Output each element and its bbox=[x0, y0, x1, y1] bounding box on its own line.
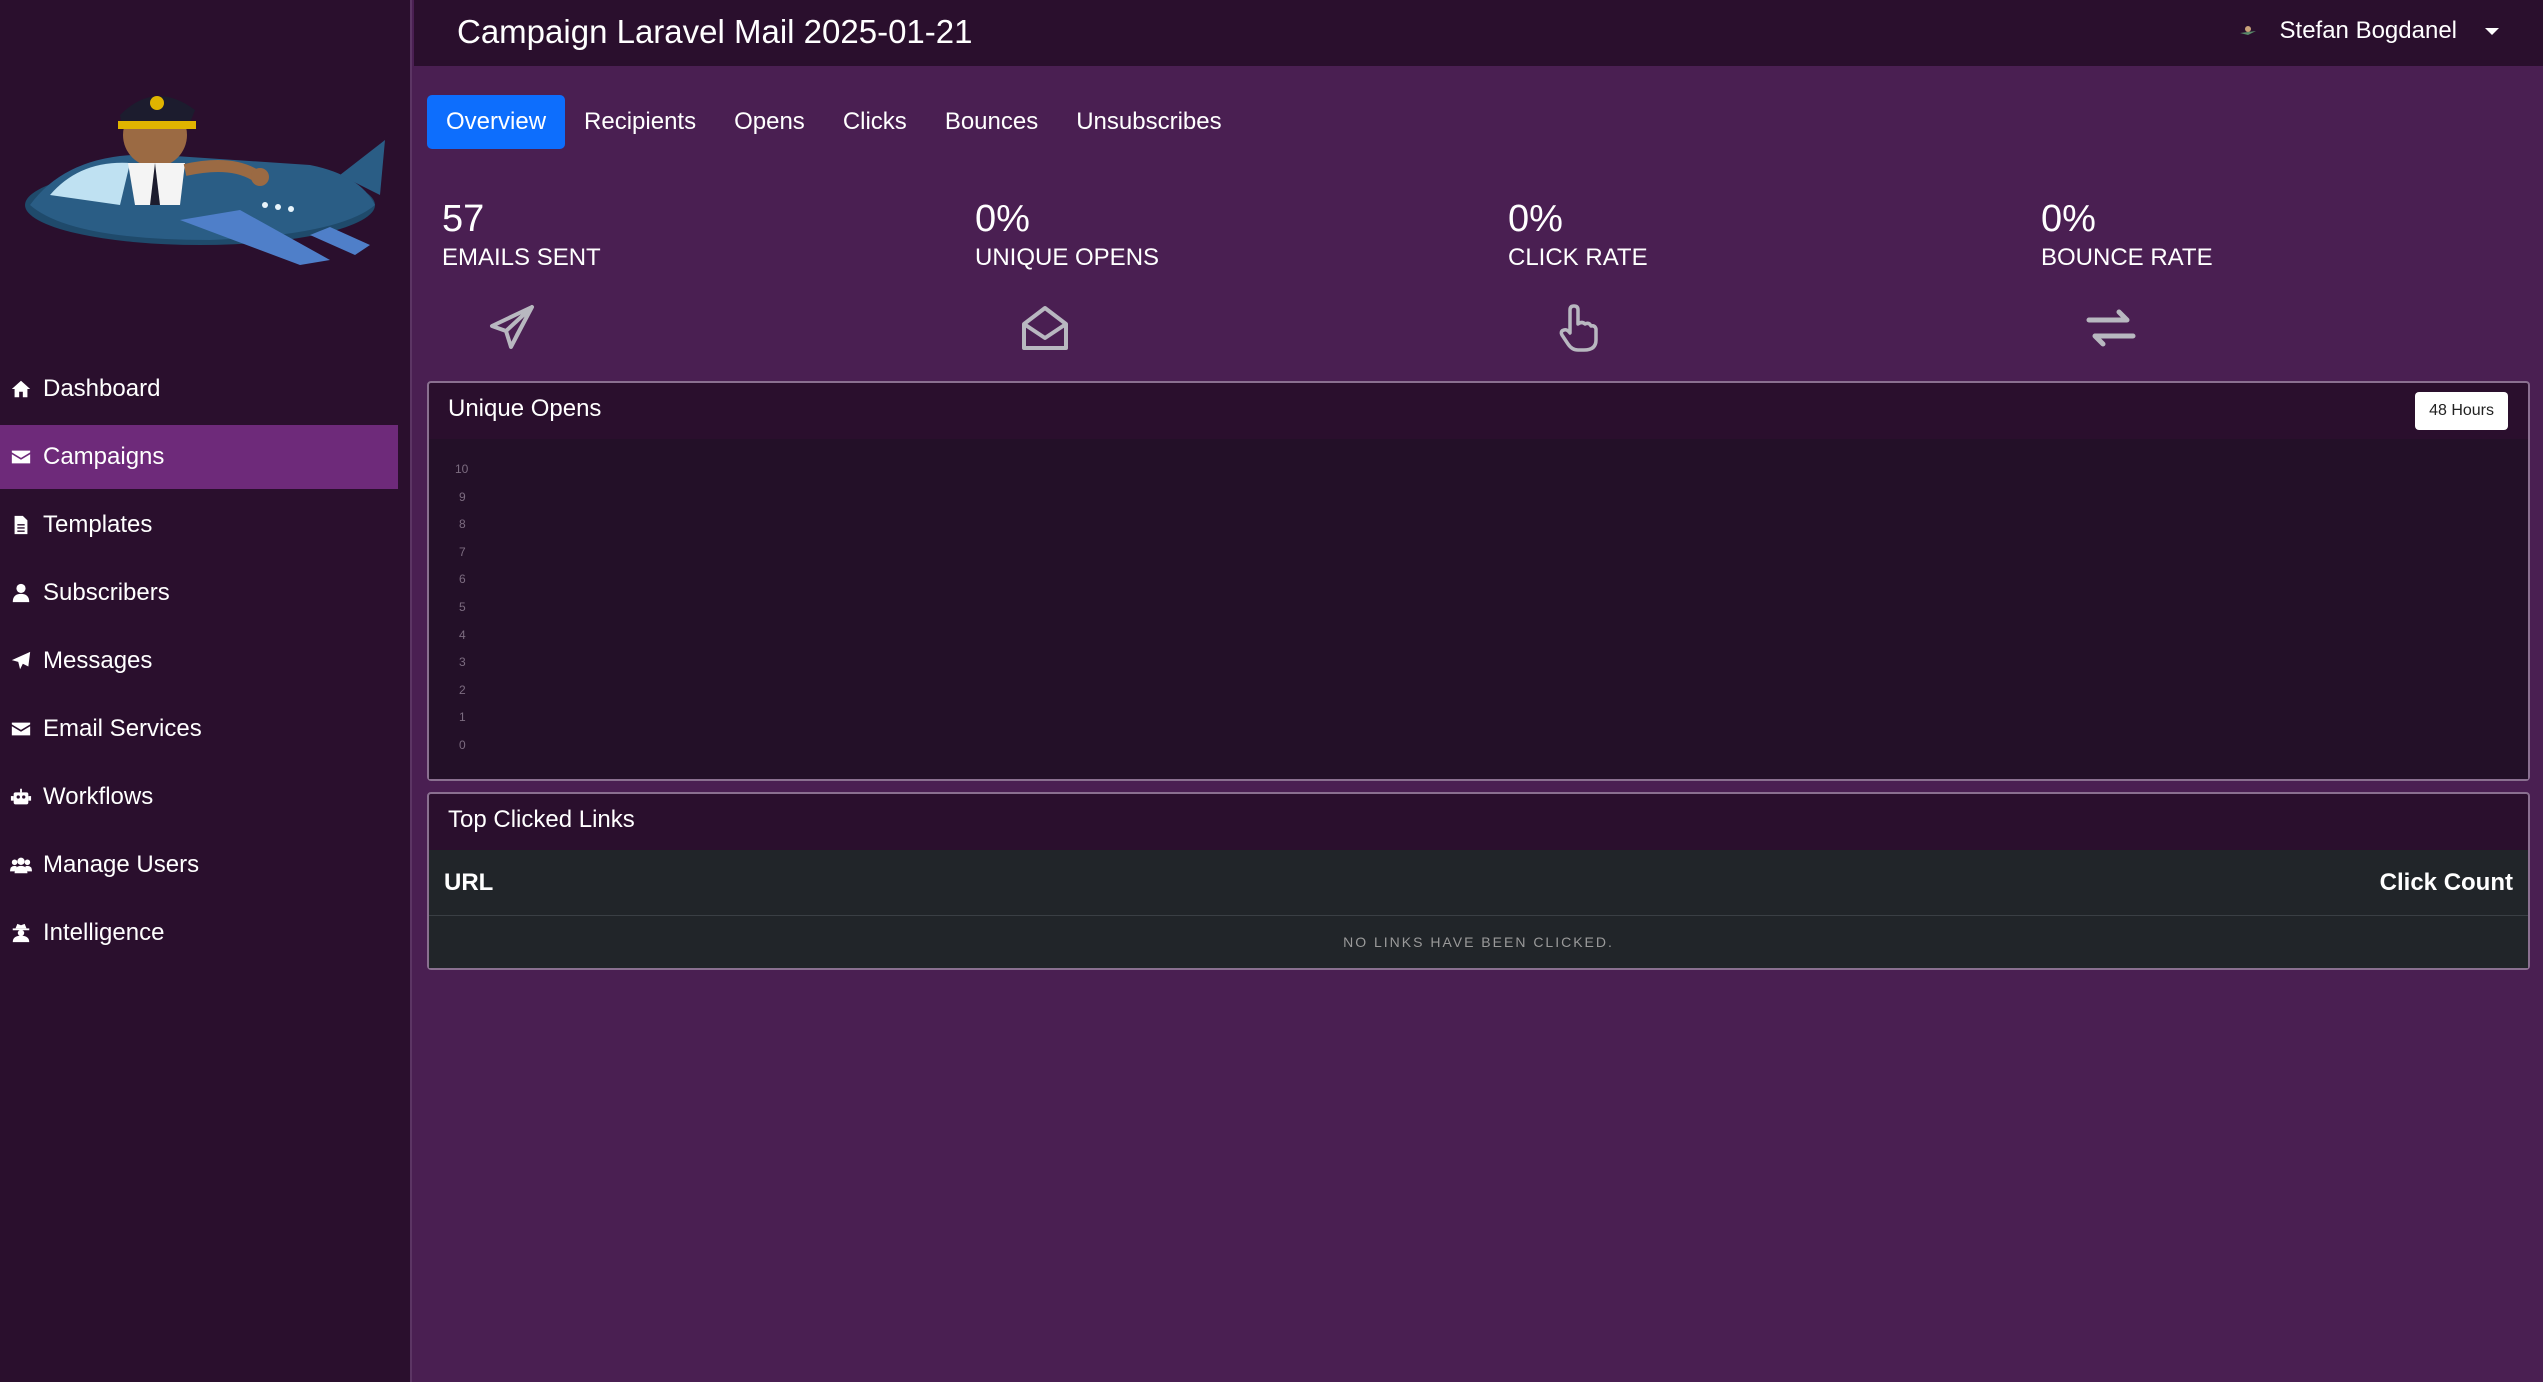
user-name: Stefan Bogdanel bbox=[2279, 17, 2457, 44]
sidebar-item-messages[interactable]: Messages bbox=[0, 629, 398, 693]
stat-value: 0% bbox=[975, 198, 1030, 240]
sidebar-item-label: Dashboard bbox=[43, 375, 161, 402]
top-bar: Campaign Laravel Mail 2025-01-21 Stefan … bbox=[414, 0, 2543, 66]
sidebar-item-intelligence[interactable]: Intelligence bbox=[0, 901, 398, 965]
stat-value: 0% bbox=[2041, 198, 2096, 240]
stat-value: 0% bbox=[1508, 198, 1563, 240]
stat-label: EMAILS SENT bbox=[442, 244, 601, 271]
page-title: Campaign Laravel Mail 2025-01-21 bbox=[457, 13, 973, 50]
sidebar-item-manage-users[interactable]: Manage Users bbox=[0, 833, 398, 897]
y-tick: 2 bbox=[459, 683, 466, 697]
sidebar-item-label: Intelligence bbox=[43, 919, 165, 946]
unique-opens-card: Unique Opens 48 Hours 10 9 8 7 6 5 4 3 2… bbox=[427, 381, 2530, 781]
y-tick: 10 bbox=[455, 462, 469, 476]
sidebar-item-templates[interactable]: Templates bbox=[0, 493, 398, 557]
user-menu[interactable]: Stefan Bogdanel bbox=[2238, 17, 2499, 45]
tab-recipients[interactable]: Recipients bbox=[565, 95, 715, 149]
user-icon bbox=[8, 580, 34, 606]
y-tick: 0 bbox=[459, 738, 466, 752]
stat-unique-opens: 0% UNIQUE OPENS bbox=[975, 198, 1475, 350]
sidebar-item-label: Subscribers bbox=[43, 579, 170, 606]
sidebar: Dashboard Campaigns Templates Subscriber… bbox=[0, 0, 412, 1382]
pilot-airplane-logo bbox=[25, 96, 385, 265]
robot-icon bbox=[8, 784, 34, 810]
paper-plane-icon bbox=[486, 302, 538, 354]
empty-table-message: NO LINKS HAVE BEEN CLICKED. bbox=[429, 916, 2528, 968]
sidebar-item-label: Workflows bbox=[43, 783, 154, 810]
stat-click-rate: 0% CLICK RATE bbox=[1508, 198, 2008, 352]
unique-opens-chart: 10 9 8 7 6 5 4 3 2 1 0 bbox=[429, 439, 2528, 779]
sidebar-item-label: Messages bbox=[43, 647, 153, 674]
paper-plane-icon bbox=[8, 648, 34, 674]
user-secret-icon bbox=[8, 920, 34, 946]
y-tick: 8 bbox=[459, 517, 466, 531]
tab-clicks[interactable]: Clicks bbox=[824, 95, 926, 149]
tab-opens[interactable]: Opens bbox=[715, 95, 824, 149]
campaign-tabs: Overview Recipients Opens Clicks Bounces… bbox=[427, 95, 1241, 149]
y-tick: 9 bbox=[459, 490, 466, 504]
sidebar-nav: Dashboard Campaigns Templates Subscriber… bbox=[0, 357, 398, 969]
y-tick: 4 bbox=[459, 628, 466, 642]
avatar bbox=[2239, 26, 2256, 35]
column-header-click-count: Click Count bbox=[2379, 869, 2513, 896]
sidebar-item-subscribers[interactable]: Subscribers bbox=[0, 561, 398, 625]
envelope-icon bbox=[8, 444, 34, 470]
y-tick: 6 bbox=[459, 572, 466, 586]
y-tick: 7 bbox=[459, 545, 466, 559]
y-tick: 3 bbox=[459, 655, 466, 669]
exchange-icon bbox=[2085, 302, 2137, 354]
tab-unsubscribes[interactable]: Unsubscribes bbox=[1057, 95, 1240, 149]
sidebar-item-label: Email Services bbox=[43, 715, 202, 742]
column-header-url: URL bbox=[444, 869, 494, 896]
stat-bounce-rate: 0% BOUNCE RATE bbox=[2041, 198, 2541, 347]
stat-label: CLICK RATE bbox=[1508, 244, 1648, 271]
sidebar-item-dashboard[interactable]: Dashboard bbox=[0, 357, 398, 421]
chevron-down-icon bbox=[2485, 27, 2499, 35]
sidebar-item-label: Manage Users bbox=[43, 851, 200, 878]
sidebar-item-campaigns[interactable]: Campaigns bbox=[0, 425, 398, 489]
sidebar-item-workflows[interactable]: Workflows bbox=[0, 765, 398, 829]
sidebar-item-label: Templates bbox=[43, 511, 153, 538]
range-48-hours-button[interactable]: 48 Hours bbox=[2415, 392, 2508, 430]
y-tick: 1 bbox=[459, 710, 466, 724]
top-clicked-links-card: Top Clicked Links URL Click Count NO LIN… bbox=[427, 792, 2530, 970]
tab-bounces[interactable]: Bounces bbox=[926, 95, 1057, 149]
envelope-icon bbox=[8, 716, 34, 742]
card-title: Unique Opens bbox=[448, 395, 602, 422]
stat-emails-sent: 57 EMAILS SENT bbox=[442, 198, 942, 349]
file-icon bbox=[8, 512, 34, 538]
stat-label: UNIQUE OPENS bbox=[975, 244, 1160, 271]
sidebar-item-email-services[interactable]: Email Services bbox=[0, 697, 398, 761]
sidebar-item-label: Campaigns bbox=[43, 443, 165, 470]
links-table-header: URL Click Count bbox=[429, 850, 2528, 916]
hand-pointer-icon bbox=[1552, 302, 1604, 354]
home-icon bbox=[8, 376, 34, 402]
tab-overview[interactable]: Overview bbox=[427, 95, 566, 149]
y-tick: 5 bbox=[459, 600, 466, 614]
stat-value: 57 bbox=[442, 198, 485, 240]
stat-label: BOUNCE RATE bbox=[2041, 244, 2213, 271]
users-icon bbox=[8, 852, 34, 878]
envelope-open-icon bbox=[1019, 302, 1071, 354]
card-title: Top Clicked Links bbox=[448, 806, 635, 833]
